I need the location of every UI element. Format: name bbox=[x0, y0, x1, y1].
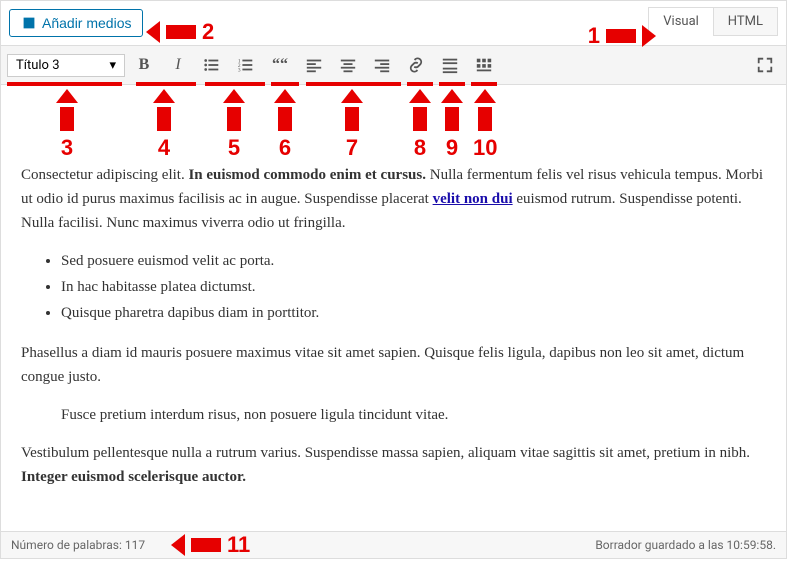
add-media-button[interactable]: Añadir medios bbox=[9, 9, 143, 37]
annotation-11: 11 bbox=[227, 532, 250, 558]
align-center-button[interactable] bbox=[333, 50, 363, 80]
list-item: Quisque pharetra dapibus diam in porttit… bbox=[61, 301, 766, 325]
list-item: In hac habitasse platea dictumst. bbox=[61, 275, 766, 299]
align-left-button[interactable] bbox=[299, 50, 329, 80]
svg-text:3: 3 bbox=[238, 67, 241, 73]
draft-saved-label: Borrador guardado a las 10:59:58. bbox=[595, 538, 776, 552]
text: Vestibulum pellentesque nulla a rutrum v… bbox=[21, 445, 750, 461]
bold-button[interactable]: B bbox=[129, 50, 159, 80]
toolbar-toggle-button[interactable] bbox=[469, 50, 499, 80]
text-quote: Fusce pretium interdum risus, non posuer… bbox=[21, 403, 766, 427]
text: Phasellus a diam id mauris posuere maxim… bbox=[21, 341, 766, 389]
list-item: Sed posuere euismod velit ac porta. bbox=[61, 249, 766, 273]
link-button[interactable] bbox=[401, 50, 431, 80]
bullet-list-button[interactable] bbox=[197, 50, 227, 80]
add-media-label: Añadir medios bbox=[42, 15, 132, 31]
annotation-10: 10 bbox=[473, 135, 497, 161]
bullet-list: Sed posuere euismod velit ac porta. In h… bbox=[21, 249, 766, 325]
editor-tabs: Visual HTML bbox=[649, 7, 778, 36]
annotation-7: 7 bbox=[346, 135, 358, 161]
annotation-6: 6 bbox=[279, 135, 291, 161]
more-button[interactable] bbox=[435, 50, 465, 80]
content-link[interactable]: velit non dui bbox=[433, 191, 513, 207]
word-count-value: 117 bbox=[125, 538, 145, 552]
align-right-button[interactable] bbox=[367, 50, 397, 80]
numbered-list-button[interactable]: 123 bbox=[231, 50, 261, 80]
format-dropdown-label: Título 3 bbox=[16, 58, 60, 73]
italic-button[interactable]: I bbox=[163, 50, 193, 80]
word-count-label: Número de palabras: bbox=[11, 538, 125, 552]
tab-html[interactable]: HTML bbox=[713, 7, 778, 36]
editor-toolbar: Título 3 ▾ B I 123 ““ bbox=[1, 45, 786, 85]
text: Consectetur adipiscing elit. bbox=[21, 167, 188, 183]
text-bold: In euismod commodo enim et cursus. bbox=[188, 167, 426, 183]
blockquote-button[interactable]: ““ bbox=[265, 50, 295, 80]
status-bar: Número de palabras: 117 Borrador guardad… bbox=[1, 531, 786, 558]
fullscreen-button[interactable] bbox=[750, 50, 780, 80]
annotation-2: 2 bbox=[202, 19, 214, 45]
format-dropdown[interactable]: Título 3 ▾ bbox=[7, 54, 125, 77]
annotation-4: 4 bbox=[158, 135, 170, 161]
text-bold: Integer euismod scelerisque auctor. bbox=[21, 469, 246, 485]
media-icon bbox=[20, 14, 38, 32]
annotation-3: 3 bbox=[61, 135, 73, 161]
tab-visual[interactable]: Visual bbox=[648, 7, 714, 36]
annotation-8: 8 bbox=[414, 135, 426, 161]
editor-content[interactable]: Consectetur adipiscing elit. In euismod … bbox=[1, 145, 786, 531]
annotation-5: 5 bbox=[228, 135, 240, 161]
annotation-1: 1 bbox=[588, 23, 600, 49]
chevron-down-icon: ▾ bbox=[109, 58, 116, 73]
annotation-9: 9 bbox=[446, 135, 458, 161]
